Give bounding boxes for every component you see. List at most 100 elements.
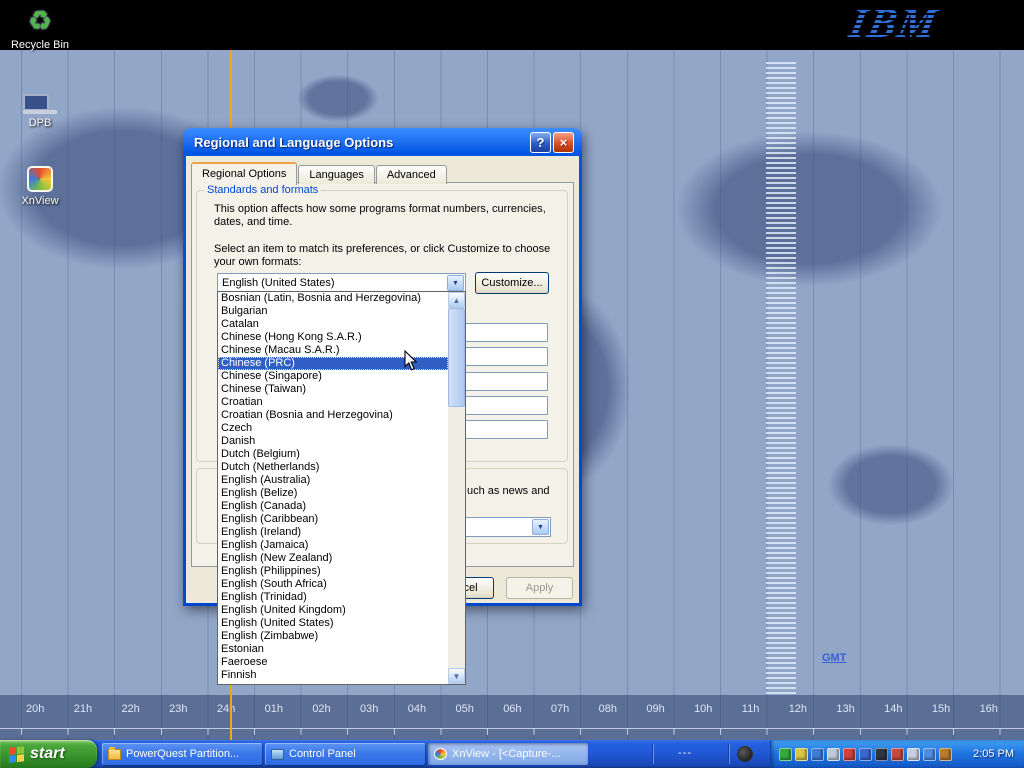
language-option[interactable]: English (Zimbabwe) xyxy=(218,630,448,643)
close-button[interactable]: × xyxy=(553,132,574,153)
tab-advanced[interactable]: Advanced xyxy=(376,165,447,184)
display-icon[interactable] xyxy=(827,748,840,761)
update-icon[interactable] xyxy=(843,748,856,761)
standards-group-title: Standards and formats xyxy=(204,184,321,196)
language-option[interactable]: Estonian xyxy=(218,643,448,656)
windows-flag-icon xyxy=(9,746,24,763)
network-icon[interactable] xyxy=(859,748,872,761)
desktop-icon-dpb[interactable]: DPB xyxy=(4,82,76,129)
language-option[interactable]: Danish xyxy=(218,435,448,448)
language-option[interactable]: English (United States) xyxy=(218,617,448,630)
language-option[interactable]: Croatian (Bosnia and Herzegovina) xyxy=(218,409,448,422)
language-option[interactable]: Dutch (Netherlands) xyxy=(218,461,448,474)
taskbar-button-label: Control Panel xyxy=(289,748,356,760)
close-icon: × xyxy=(560,135,568,150)
laptop-icon xyxy=(4,82,76,114)
taskbar-button[interactable]: XnView - [<Capture-... xyxy=(428,743,588,765)
language-option[interactable]: English (United Kingdom) xyxy=(218,604,448,617)
desktop-icon-label: DPB xyxy=(4,117,76,129)
taskbar-separator xyxy=(652,744,654,764)
taskbar-segment-label[interactable]: --- xyxy=(678,747,692,759)
language-option[interactable]: English (Philippines) xyxy=(218,565,448,578)
standards-instruction: Select an item to match its preferences,… xyxy=(214,243,564,269)
language-option[interactable]: English (Australia) xyxy=(218,474,448,487)
language-option[interactable]: English (Canada) xyxy=(218,500,448,513)
dialog-titlebar[interactable]: Regional and Language Options ? × xyxy=(186,128,579,156)
format-combobox[interactable]: English (United States) ▼ xyxy=(217,273,466,293)
timezone-label: 13h xyxy=(836,703,854,715)
language-option[interactable]: Croatian xyxy=(218,396,448,409)
standards-description: This option affects how some programs fo… xyxy=(214,203,559,229)
language-option[interactable]: English (Trinidad) xyxy=(218,591,448,604)
timezone-label: 16h xyxy=(980,703,998,715)
timezone-label: 12h xyxy=(789,703,807,715)
message-icon[interactable] xyxy=(891,748,904,761)
scrollbar-thumb[interactable] xyxy=(448,308,465,407)
taskbar-button-label: XnView - [<Capture-... xyxy=(452,748,560,760)
timezone-ticks xyxy=(0,728,1024,735)
desktop-icon-xnview[interactable]: XnView xyxy=(4,160,76,207)
shield-icon[interactable] xyxy=(779,748,792,761)
taskbar: start PowerQuest Partition... Control Pan… xyxy=(0,740,1024,768)
control-panel-icon xyxy=(271,749,284,760)
system-tray: 2:05 PM xyxy=(770,740,1024,768)
start-button-label: start xyxy=(30,745,65,763)
language-option[interactable]: Chinese (Taiwan) xyxy=(218,383,448,396)
tab-regional-options[interactable]: Regional Options xyxy=(191,162,297,185)
desktop-icon-label: XnView xyxy=(4,195,76,207)
recycle-bin-icon: ♻ xyxy=(28,6,52,36)
language-dropdown-list: Bosnian (Latin, Bosnia and Herzegovina)B… xyxy=(217,291,466,685)
start-button[interactable]: start xyxy=(0,740,97,768)
language-option[interactable]: Faeroese xyxy=(218,656,448,669)
gmt-label: GMT xyxy=(822,652,846,664)
language-option[interactable]: Chinese (Hong Kong S.A.R.) xyxy=(218,331,448,344)
help-button[interactable]: ? xyxy=(530,132,551,153)
key-icon[interactable] xyxy=(795,748,808,761)
timezone-label: 15h xyxy=(932,703,950,715)
taskbar-tool-icon[interactable] xyxy=(737,746,753,762)
taskbar-clock[interactable]: 2:05 PM xyxy=(973,748,1024,760)
language-option[interactable]: English (South Africa) xyxy=(218,578,448,591)
list-scrollbar[interactable]: ▲ ▼ xyxy=(448,292,465,684)
task-manager-icon[interactable] xyxy=(875,748,888,761)
timezone-label: 08h xyxy=(599,703,617,715)
taskbar-button-label: PowerQuest Partition... xyxy=(126,748,239,760)
sync-icon[interactable] xyxy=(923,748,936,761)
tab-strip: Regional Options Languages Advanced xyxy=(191,162,448,184)
security-alert-icon[interactable] xyxy=(811,748,824,761)
power-icon[interactable] xyxy=(939,748,952,761)
language-option[interactable]: Catalan xyxy=(218,318,448,331)
language-option[interactable]: English (Ireland) xyxy=(218,526,448,539)
timezone-label: 04h xyxy=(408,703,426,715)
apply-button[interactable]: Apply xyxy=(506,577,573,599)
language-option[interactable]: Czech xyxy=(218,422,448,435)
language-option[interactable]: Bosnian (Latin, Bosnia and Herzegovina) xyxy=(218,292,448,305)
scroll-down-icon[interactable]: ▼ xyxy=(448,668,465,684)
taskbar-button[interactable]: Control Panel xyxy=(265,743,425,765)
language-option[interactable]: Dutch (Belgium) xyxy=(218,448,448,461)
tab-languages[interactable]: Languages xyxy=(298,165,374,184)
chevron-down-icon[interactable]: ▼ xyxy=(532,519,549,535)
language-option[interactable]: English (Jamaica) xyxy=(218,539,448,552)
chevron-down-icon[interactable]: ▼ xyxy=(447,275,464,291)
timezone-band: 20h21h22h23h24h01h02h03h04h05h06h07h08h0… xyxy=(0,695,1024,740)
timezone-label: 20h xyxy=(26,703,44,715)
language-option[interactable]: Finnish xyxy=(218,669,448,682)
language-option[interactable]: English (Belize) xyxy=(218,487,448,500)
language-option[interactable]: English (New Zealand) xyxy=(218,552,448,565)
xnview-icon xyxy=(27,166,53,192)
format-combobox-value: English (United States) xyxy=(218,277,446,289)
timezone-label: 09h xyxy=(646,703,664,715)
timezone-label: 24h xyxy=(217,703,235,715)
timezone-label: 07h xyxy=(551,703,569,715)
scroll-up-icon[interactable]: ▲ xyxy=(448,292,465,308)
desktop-icon-recycle-bin[interactable]: ♻ Recycle Bin xyxy=(4,4,76,51)
taskbar-button[interactable]: PowerQuest Partition... xyxy=(102,743,262,765)
timezone-label: 11h xyxy=(742,703,760,715)
customize-button[interactable]: Customize... xyxy=(475,272,549,294)
language-option[interactable]: Bulgarian xyxy=(218,305,448,318)
volume-icon[interactable] xyxy=(907,748,920,761)
timezone-label: 03h xyxy=(360,703,378,715)
timezone-label: 02h xyxy=(312,703,330,715)
language-option[interactable]: English (Caribbean) xyxy=(218,513,448,526)
